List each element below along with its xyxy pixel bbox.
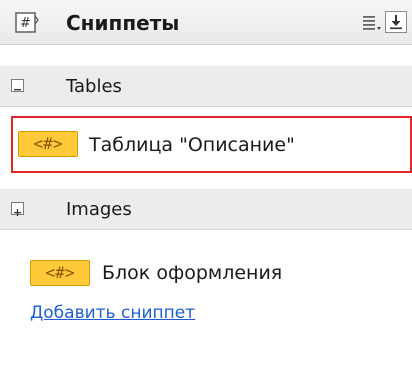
category-images[interactable]: Images — [0, 188, 412, 230]
add-snippet-link[interactable]: Добавить сниппет — [30, 302, 195, 324]
expand-icon[interactable] — [11, 202, 24, 216]
panel-header: # Сниппеты — [0, 0, 412, 45]
hash-tag-icon: # — [15, 12, 39, 34]
snippet-tag-icon: <#> — [18, 131, 78, 157]
list-menu-icon[interactable] — [361, 12, 383, 34]
category-tables[interactable]: Tables — [0, 65, 412, 107]
category-label: Tables — [66, 76, 122, 97]
svg-text:#: # — [20, 16, 31, 31]
download-icon[interactable] — [385, 11, 407, 33]
category-label: Images — [66, 199, 132, 220]
snippet-label: Таблица "Описание" — [89, 134, 295, 156]
snippets-panel: # Сниппеты Tables <#> Таблица "Описание"… — [0, 0, 412, 365]
collapse-icon[interactable] — [11, 79, 24, 92]
snippet-item-opisanie[interactable]: <#> Таблица "Описание" — [11, 116, 412, 173]
panel-title: Сниппеты — [66, 11, 180, 35]
snippet-label: Блок оформления — [102, 262, 283, 284]
snippet-tag-icon: <#> — [30, 260, 90, 286]
snippet-item-blok[interactable]: <#> Блок оформления — [11, 253, 391, 293]
